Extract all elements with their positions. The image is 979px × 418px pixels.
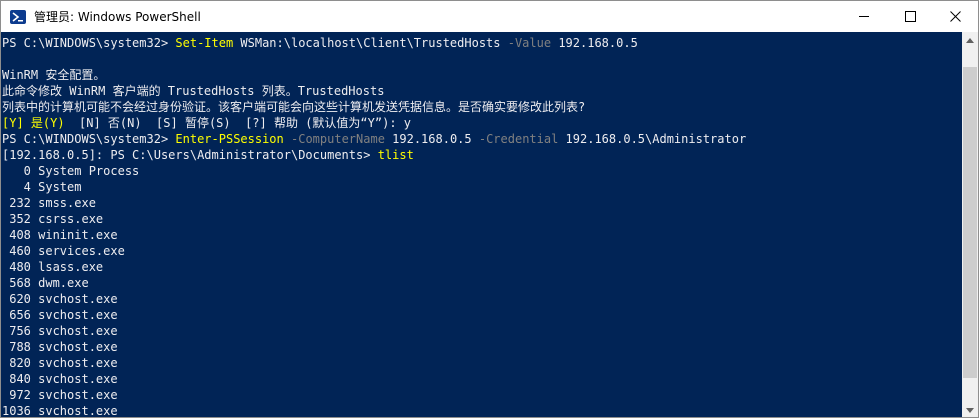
console-line: [Y] 是(Y) [N] 否(N) [S] 暂停(S) [?] 帮助 (默认值为…: [2, 115, 411, 131]
process-row: 620 svchost.exe: [2, 292, 118, 306]
default-choice-text: [Y] 是(Y): [2, 116, 65, 130]
powershell-icon[interactable]: [10, 10, 26, 24]
argument-text: WSMan:\localhost\Client\TrustedHosts: [233, 36, 508, 50]
scroll-up-button[interactable]: [962, 32, 978, 48]
title-bar[interactable]: 管理员: Windows PowerShell: [1, 1, 978, 32]
console-line: WinRM 安全配置。: [2, 68, 106, 82]
argument-text: 192.168.0.5\Administrator: [558, 132, 747, 146]
parameter-text: -Value: [507, 36, 552, 50]
console-line: PS C:\WINDOWS\system32> Set-Item WSMan:\…: [2, 35, 638, 51]
process-row: 820 svchost.exe: [2, 356, 118, 370]
process-row: 756 svchost.exe: [2, 324, 118, 338]
minimize-icon: [858, 16, 869, 17]
process-row: 480 lsass.exe: [2, 260, 104, 274]
process-row: 972 svchost.exe: [2, 388, 118, 402]
parameter-text: -ComputerName: [291, 132, 385, 146]
process-row: 232 smss.exe: [2, 196, 96, 210]
window-title: 管理员: Windows PowerShell: [34, 10, 201, 24]
command-text: tlist: [377, 148, 414, 162]
console-line: 列表中的计算机可能不会经过身份验证。该客户端可能会向这些计算机发送凭据信息。是否…: [2, 100, 586, 114]
process-row: 840 svchost.exe: [2, 372, 118, 386]
process-row: 4 System: [2, 180, 82, 194]
process-row: 656 svchost.exe: [2, 308, 118, 322]
close-button[interactable]: [932, 1, 978, 32]
chevron-up-icon: [966, 37, 974, 43]
prompt-text: [192.168.0.5]: PS C:\Users\Administrator…: [2, 148, 378, 162]
powershell-window: 管理员: Windows PowerShell PS C:\WINDOWS\sy…: [0, 0, 979, 418]
argument-text: 192.168.0.5: [384, 132, 479, 146]
console-line: 此命令修改 WinRM 客户端的 TrustedHosts 列表。Trusted…: [2, 84, 385, 98]
process-row: 788 svchost.exe: [2, 340, 118, 354]
command-text: Enter-PSSession: [175, 132, 284, 146]
minimize-button[interactable]: [841, 1, 887, 32]
process-row: 408 wininit.exe: [2, 228, 118, 242]
parameter-text: -Credential: [478, 132, 559, 146]
process-row: 460 services.exe: [2, 244, 125, 258]
scroll-down-button[interactable]: [962, 402, 978, 417]
process-row: 0 System Process: [2, 164, 140, 178]
command-text: Set-Item: [175, 36, 234, 50]
process-row: 1036 svchost.exe: [2, 404, 118, 418]
argument-text: 192.168.0.5: [551, 36, 638, 50]
console-line: [192.168.0.5]: PS C:\Users\Administrator…: [2, 147, 414, 163]
scrollbar-thumb[interactable]: [963, 67, 977, 378]
close-icon: [949, 11, 961, 22]
maximize-icon: [904, 11, 916, 22]
process-row: 568 dwm.exe: [2, 276, 89, 290]
maximize-button[interactable]: [887, 1, 933, 32]
argument-text: [284, 132, 291, 146]
process-row: 352 csrss.exe: [2, 212, 104, 226]
console-output[interactable]: PS C:\WINDOWS\system32> Set-Item WSMan:\…: [1, 32, 962, 418]
console-line: PS C:\WINDOWS\system32> Enter-PSSession …: [2, 131, 746, 147]
prompt-text: PS C:\WINDOWS\system32>: [2, 132, 176, 146]
prompt-text: PS C:\WINDOWS\system32>: [2, 36, 176, 50]
chevron-down-icon: [966, 407, 974, 413]
choice-text: [N] 否(N) [S] 暂停(S) [?] 帮助 (默认值为“Y”): y: [64, 116, 411, 130]
vertical-scrollbar[interactable]: [962, 32, 978, 417]
